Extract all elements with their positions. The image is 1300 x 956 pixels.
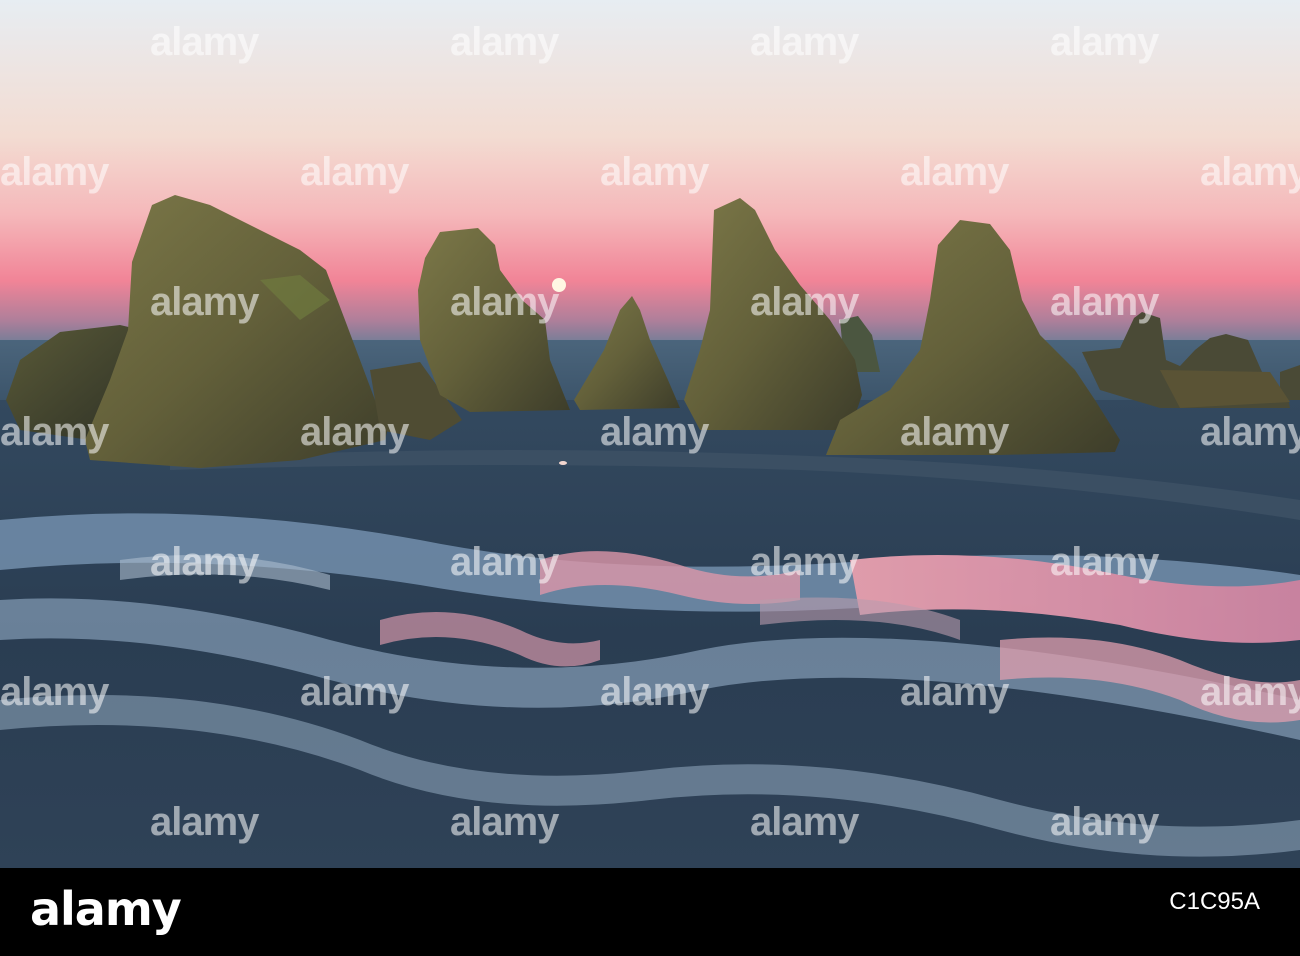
watermark: alamy bbox=[0, 670, 109, 714]
watermark: alamy bbox=[150, 540, 259, 584]
watermark: alamy bbox=[600, 150, 709, 194]
watermark: alamy bbox=[1200, 150, 1300, 194]
watermark: alamy bbox=[150, 800, 259, 844]
watermark: alamy bbox=[450, 540, 559, 584]
watermark: alamy bbox=[1200, 670, 1300, 714]
watermark: alamy bbox=[1050, 540, 1159, 584]
watermark: alamy bbox=[750, 800, 859, 844]
watermark: alamy bbox=[600, 670, 709, 714]
watermark: alamy bbox=[600, 410, 709, 454]
watermark: alamy bbox=[1050, 280, 1159, 324]
watermark: alamy bbox=[300, 150, 409, 194]
watermark: alamy bbox=[1200, 410, 1300, 454]
watermark: alamy bbox=[750, 280, 859, 324]
stock-footer-bar: alamy C1C95A bbox=[0, 868, 1300, 956]
watermark: alamy bbox=[900, 150, 1009, 194]
watermark: alamy bbox=[300, 410, 409, 454]
watermark: alamy bbox=[1050, 800, 1159, 844]
watermark: alamy bbox=[0, 410, 109, 454]
watermark: alamy bbox=[450, 800, 559, 844]
watermark: alamy bbox=[1050, 20, 1159, 64]
watermark: alamy bbox=[150, 20, 259, 64]
watermark: alamy bbox=[900, 670, 1009, 714]
watermark: alamy bbox=[900, 410, 1009, 454]
watermark: alamy bbox=[300, 670, 409, 714]
image-id: C1C95A bbox=[1169, 888, 1260, 915]
seascape-photo: alamy alamy alamy alamy alamy alamy alam… bbox=[0, 0, 1300, 868]
watermark: alamy bbox=[450, 20, 559, 64]
watermark: alamy bbox=[750, 540, 859, 584]
watermark: alamy bbox=[0, 150, 109, 194]
watermark: alamy bbox=[450, 280, 559, 324]
watermark: alamy bbox=[150, 280, 259, 324]
watermark: alamy bbox=[750, 20, 859, 64]
moon-reflection bbox=[559, 461, 567, 465]
alamy-logo: alamy bbox=[30, 882, 182, 936]
